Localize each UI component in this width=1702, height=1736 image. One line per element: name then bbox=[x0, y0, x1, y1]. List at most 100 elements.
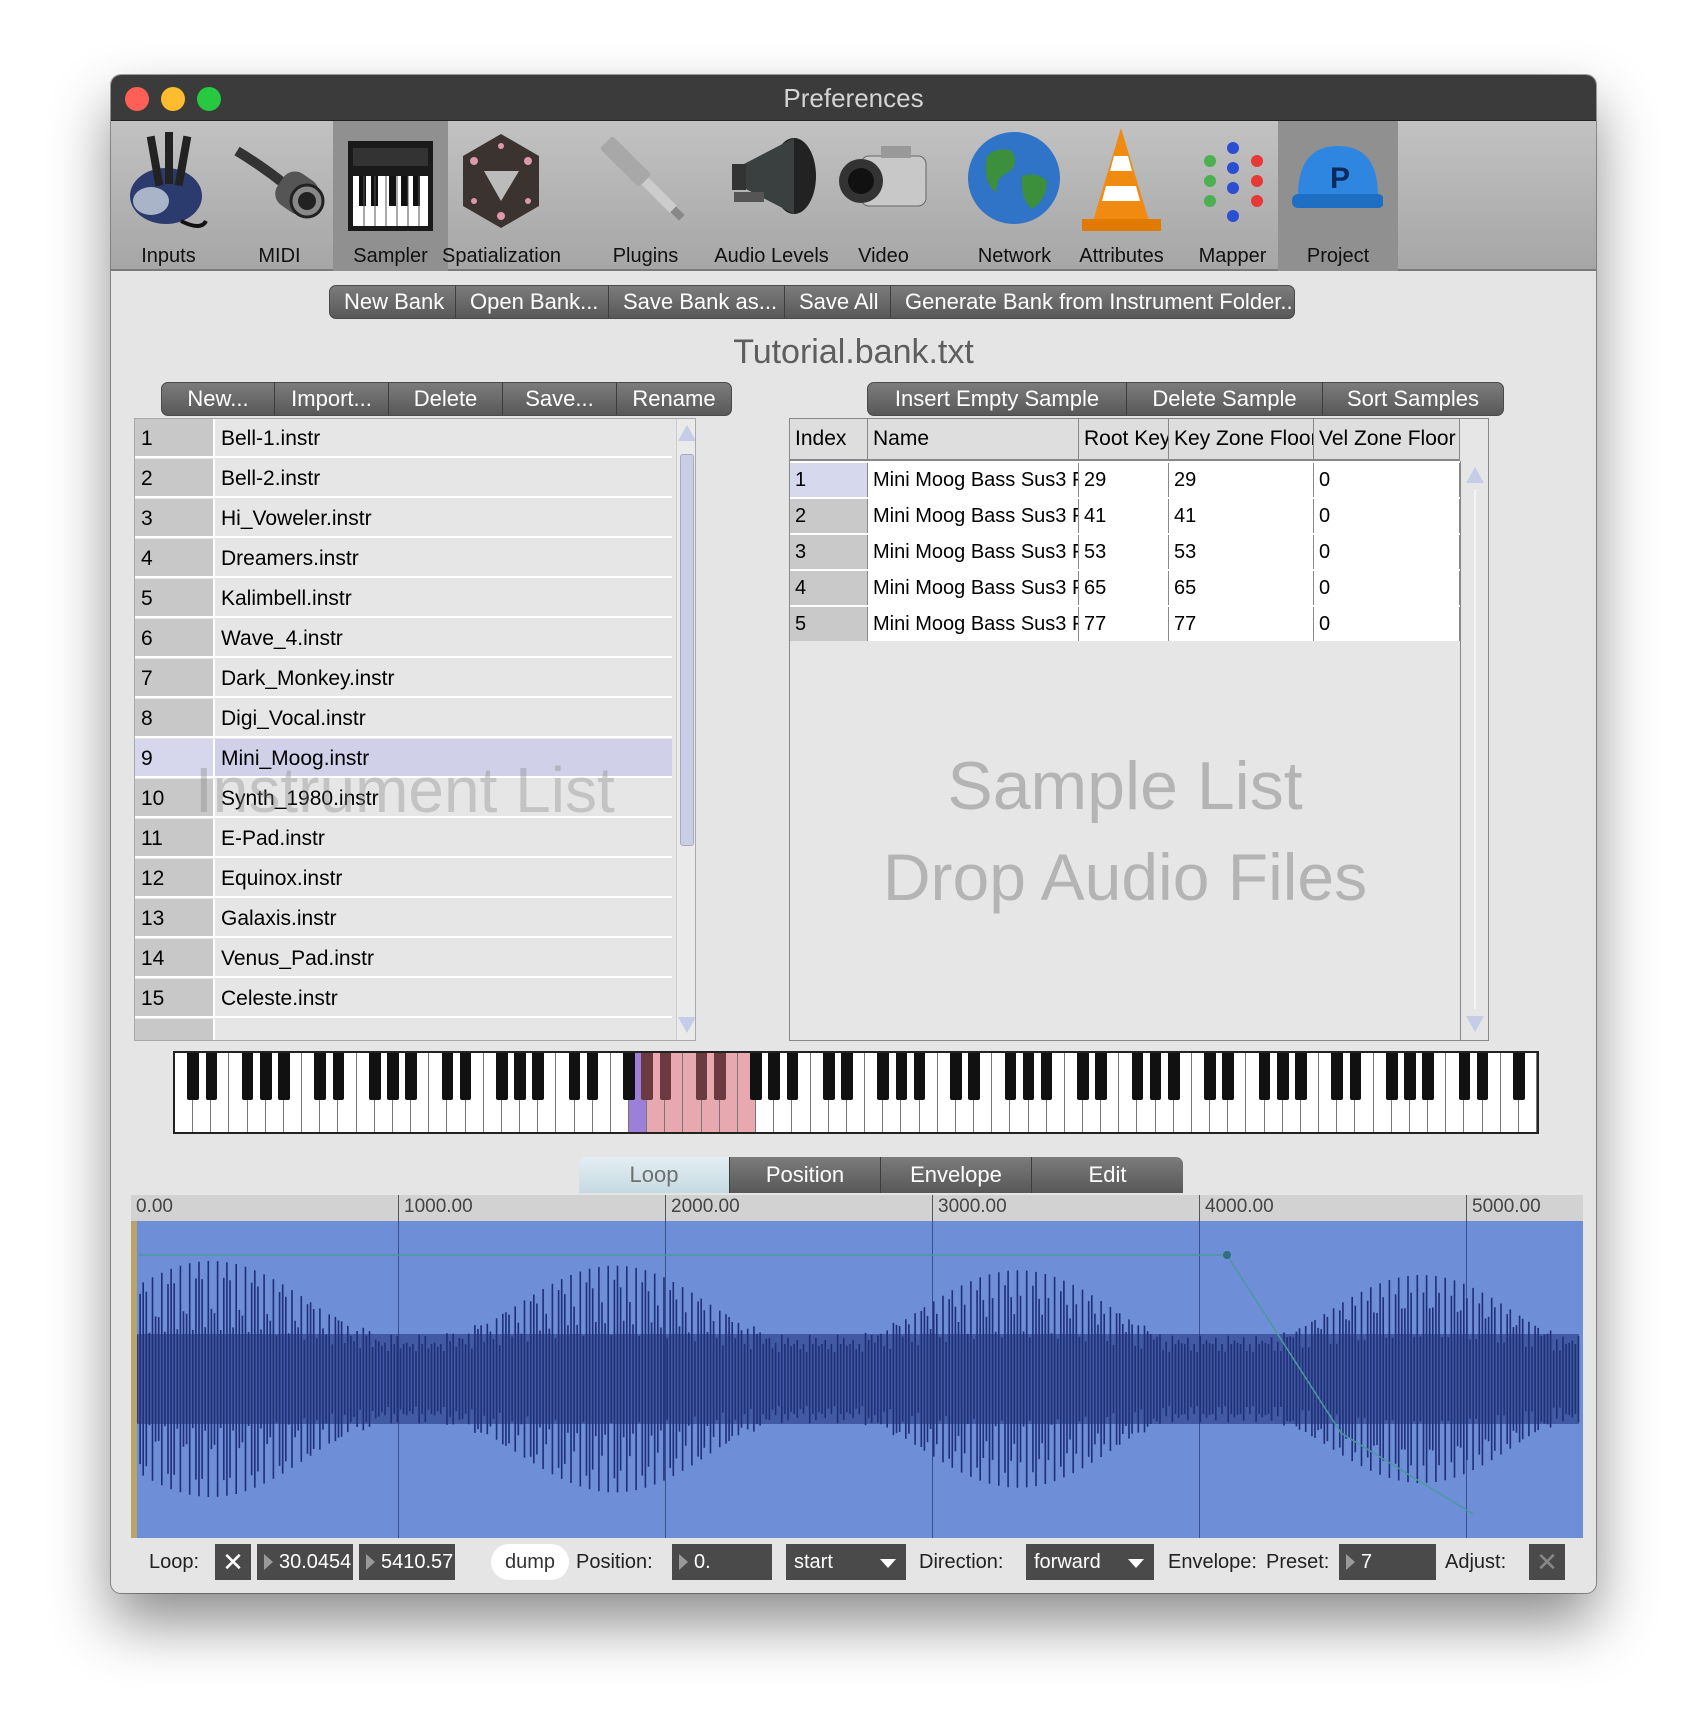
toolbar-item-plugins[interactable]: Plugins bbox=[588, 121, 703, 271]
column-header-key-zone-floor[interactable]: Key Zone Floor bbox=[1169, 419, 1314, 459]
table-row[interactable]: 1 Mini Moog Bass Sus3 F 29 29 0 bbox=[790, 461, 1460, 497]
list-item[interactable]: 12 Equinox.instr bbox=[135, 859, 672, 898]
black-key[interactable] bbox=[768, 1053, 781, 1100]
scroll-down-arrow-icon[interactable] bbox=[1466, 1016, 1484, 1032]
table-cell[interactable]: Mini Moog Bass Sus3 F bbox=[868, 571, 1079, 605]
loop-toggle-close-icon[interactable]: ✕ bbox=[215, 1544, 251, 1580]
black-key[interactable] bbox=[187, 1053, 199, 1100]
black-key[interactable] bbox=[332, 1053, 345, 1100]
black-key[interactable] bbox=[387, 1053, 399, 1100]
table-cell[interactable]: 53 bbox=[1079, 535, 1169, 569]
scroll-up-arrow-icon[interactable] bbox=[1466, 467, 1484, 483]
table-row[interactable]: 4 Mini Moog Bass Sus3 F 65 65 0 bbox=[790, 569, 1460, 605]
table-cell[interactable]: 3 bbox=[790, 535, 868, 569]
table-cell[interactable]: 77 bbox=[1079, 607, 1169, 641]
black-key[interactable] bbox=[1077, 1053, 1089, 1100]
list-item[interactable]: 9 Mini_Moog.instr bbox=[135, 739, 672, 778]
list-item[interactable]: 3 Hi_Voweler.instr bbox=[135, 499, 672, 538]
table-cell[interactable]: 29 bbox=[1169, 463, 1314, 497]
black-key[interactable] bbox=[841, 1053, 853, 1100]
black-key[interactable] bbox=[786, 1053, 799, 1100]
loop-end-number[interactable]: 5410.57 bbox=[359, 1544, 455, 1580]
black-key[interactable] bbox=[441, 1053, 454, 1100]
sample-table[interactable]: Index Name Root Key Key Zone Floor Vel Z… bbox=[789, 418, 1489, 1041]
black-key[interactable] bbox=[314, 1053, 327, 1100]
toolbar-item-project[interactable]: P Project bbox=[1278, 121, 1398, 271]
table-cell[interactable]: 29 bbox=[1079, 463, 1169, 497]
black-key[interactable] bbox=[496, 1053, 508, 1100]
table-cell[interactable]: 4 bbox=[790, 571, 868, 605]
black-key[interactable] bbox=[532, 1053, 544, 1100]
black-key[interactable] bbox=[1004, 1053, 1017, 1100]
toolbar-item-audio-levels[interactable]: Audio Levels bbox=[714, 121, 829, 271]
table-cell[interactable]: Mini Moog Bass Sus3 F bbox=[868, 607, 1079, 641]
column-header-index[interactable]: Index bbox=[790, 419, 868, 459]
toolbar-item-inputs[interactable]: Inputs bbox=[111, 121, 226, 271]
black-key[interactable] bbox=[1276, 1053, 1289, 1100]
list-item[interactable]: 2 Bell-2.instr bbox=[135, 459, 672, 498]
black-key[interactable] bbox=[713, 1053, 726, 1100]
adjust-toggle-close-icon[interactable]: ✕ bbox=[1529, 1544, 1565, 1580]
list-item[interactable]: 11 E-Pad.instr bbox=[135, 819, 672, 858]
black-key[interactable] bbox=[1040, 1053, 1053, 1100]
insert-empty-sample-button[interactable]: Insert Empty Sample bbox=[868, 383, 1127, 415]
table-cell[interactable]: 0 bbox=[1314, 463, 1460, 497]
scroll-down-arrow-icon[interactable] bbox=[678, 1017, 695, 1033]
black-key[interactable] bbox=[822, 1053, 835, 1100]
black-key[interactable] bbox=[1131, 1053, 1144, 1100]
toolbar-item-sampler[interactable]: Sampler bbox=[333, 121, 448, 271]
column-header-root-key[interactable]: Root Key bbox=[1079, 419, 1169, 459]
black-key[interactable] bbox=[877, 1053, 890, 1100]
save-bank-as-button[interactable]: Save Bank as... bbox=[609, 286, 785, 318]
black-key[interactable] bbox=[514, 1053, 526, 1100]
black-key[interactable] bbox=[205, 1053, 218, 1100]
loop-start-number[interactable]: 30.0454 bbox=[257, 1544, 353, 1580]
tab-envelope[interactable]: Envelope bbox=[881, 1157, 1032, 1193]
time-ruler[interactable]: 0.00 1000.00 2000.00 3000.00 4000.00 5000.00 bbox=[131, 1195, 1583, 1221]
scroll-thumb[interactable] bbox=[680, 454, 694, 846]
save-all-button[interactable]: Save All bbox=[785, 286, 891, 318]
black-key[interactable] bbox=[1022, 1053, 1035, 1100]
black-key[interactable] bbox=[1295, 1053, 1307, 1100]
black-key[interactable] bbox=[1149, 1053, 1162, 1100]
table-cell[interactable]: 53 bbox=[1169, 535, 1314, 569]
table-cell[interactable]: 0 bbox=[1314, 607, 1460, 641]
black-key[interactable] bbox=[1167, 1053, 1180, 1100]
black-key[interactable] bbox=[1458, 1053, 1471, 1100]
black-key[interactable] bbox=[278, 1053, 290, 1100]
position-number[interactable]: 0. bbox=[672, 1544, 772, 1580]
black-key[interactable] bbox=[913, 1053, 926, 1100]
save-instrument-button[interactable]: Save... bbox=[503, 383, 617, 415]
list-item-partial[interactable] bbox=[135, 1019, 672, 1040]
table-cell[interactable]: 65 bbox=[1169, 571, 1314, 605]
position-mode-select[interactable]: start bbox=[786, 1544, 906, 1580]
toolbar-item-video[interactable]: Video bbox=[826, 121, 941, 271]
list-item[interactable]: 15 Celeste.instr bbox=[135, 979, 672, 1018]
list-item[interactable]: 6 Wave_4.instr bbox=[135, 619, 672, 658]
table-cell[interactable]: 77 bbox=[1169, 607, 1314, 641]
black-key[interactable] bbox=[1222, 1053, 1235, 1100]
black-key[interactable] bbox=[259, 1053, 272, 1100]
toolbar-item-spatialization[interactable]: Spatialization bbox=[442, 121, 561, 271]
instrument-list-scrollbar[interactable] bbox=[676, 419, 695, 1040]
column-header-name[interactable]: Name bbox=[868, 419, 1079, 459]
list-item[interactable]: 8 Digi_Vocal.instr bbox=[135, 699, 672, 738]
black-key[interactable] bbox=[695, 1053, 708, 1100]
table-cell[interactable]: 0 bbox=[1314, 499, 1460, 533]
new-instrument-button[interactable]: New... bbox=[162, 383, 275, 415]
black-key[interactable] bbox=[750, 1053, 762, 1100]
table-row[interactable]: 3 Mini Moog Bass Sus3 F 53 53 0 bbox=[790, 533, 1460, 569]
list-item[interactable]: 10 Synth_1980.instr bbox=[135, 779, 672, 818]
black-key[interactable] bbox=[1513, 1053, 1525, 1100]
table-cell[interactable]: 0 bbox=[1314, 535, 1460, 569]
black-key[interactable] bbox=[623, 1053, 635, 1100]
piano-keyboard[interactable] bbox=[173, 1051, 1539, 1134]
table-cell[interactable]: 1 bbox=[790, 463, 868, 497]
black-key[interactable] bbox=[1331, 1053, 1344, 1100]
instrument-list[interactable]: 1 Bell-1.instr 2 Bell-2.instr 3 Hi_Voweler.in… bbox=[134, 418, 696, 1041]
black-key[interactable] bbox=[1349, 1053, 1362, 1100]
list-item[interactable]: 14 Venus_Pad.instr bbox=[135, 939, 672, 978]
table-cell[interactable]: 41 bbox=[1079, 499, 1169, 533]
black-key[interactable] bbox=[1385, 1053, 1398, 1100]
black-key[interactable] bbox=[895, 1053, 908, 1100]
